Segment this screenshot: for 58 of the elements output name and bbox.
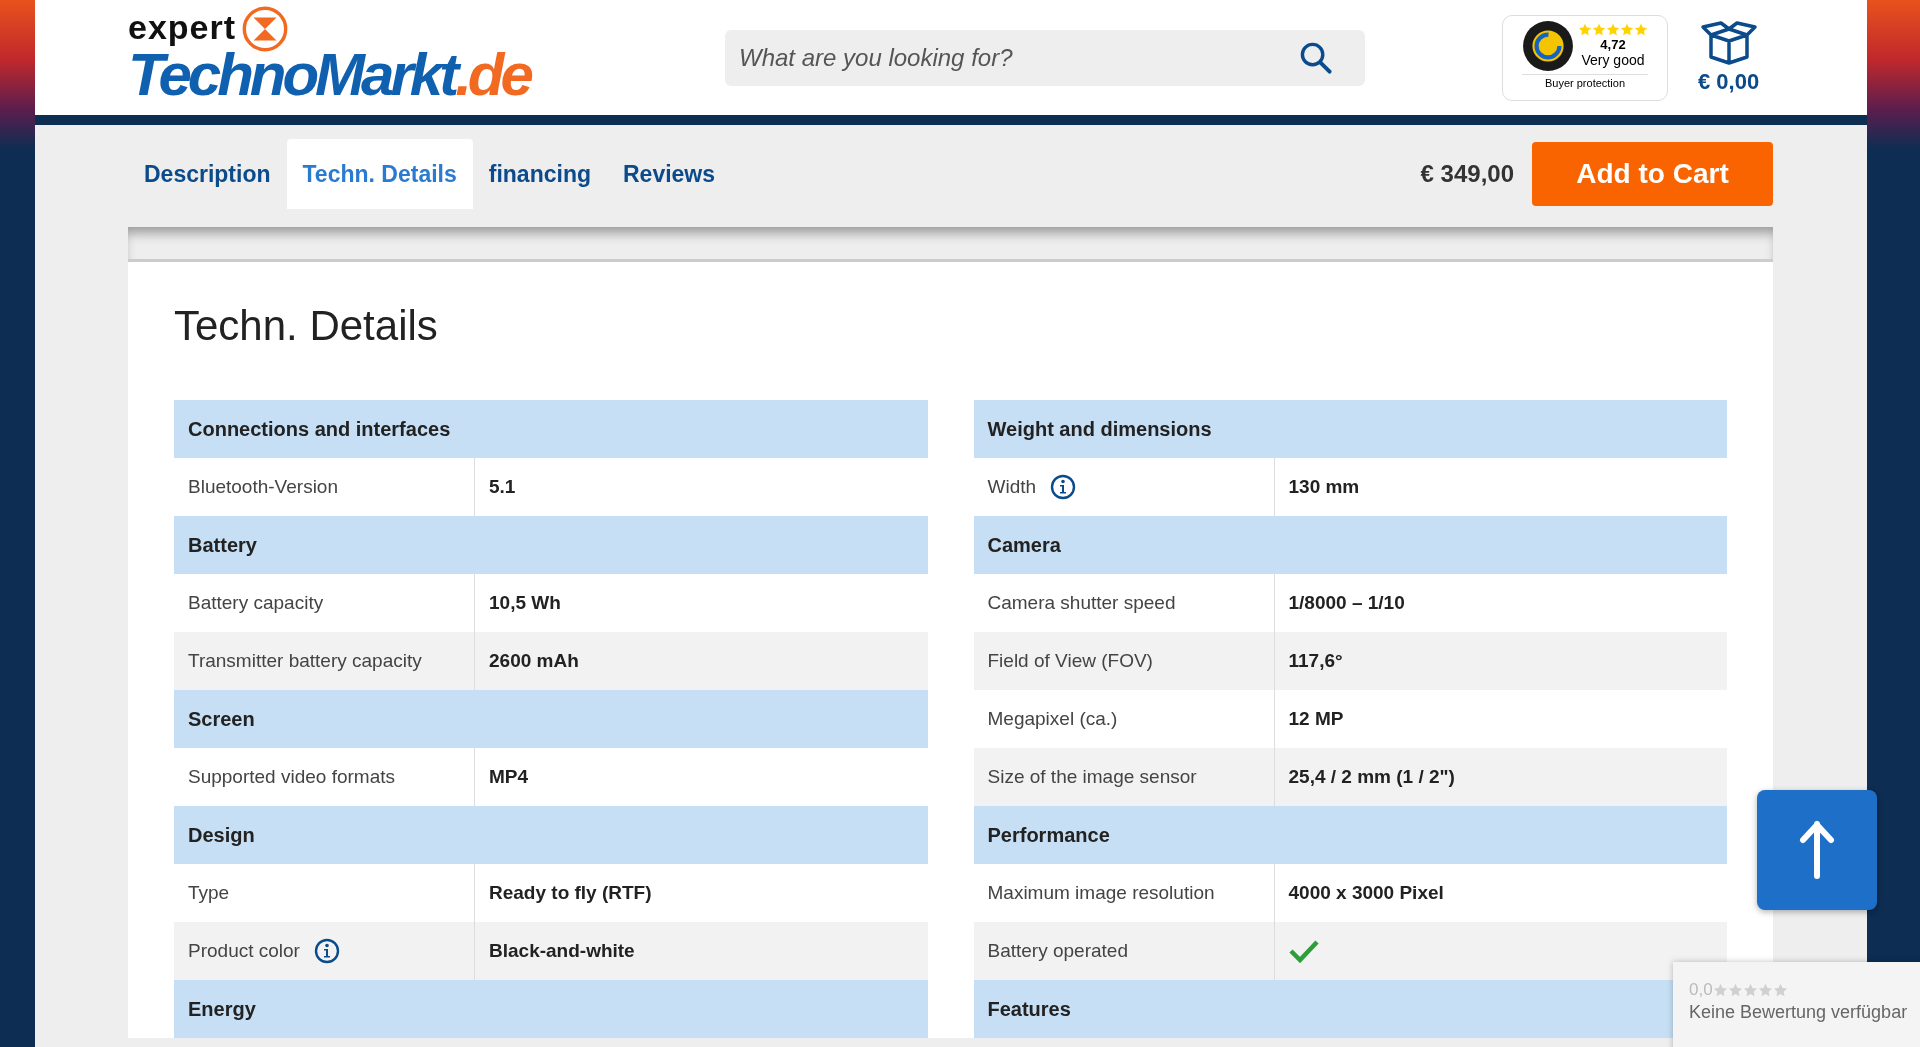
spec-value: 1/8000 – 1/10	[1288, 592, 1405, 614]
review-text: Keine Bewertung verfügbar	[1689, 1002, 1909, 1023]
spec-value: 130 mm	[1288, 476, 1360, 498]
spec-value: 10,5 Wh	[489, 592, 561, 614]
table-section-header: Camera	[973, 516, 1727, 574]
spec-value: 12 MP	[1288, 708, 1344, 730]
table-section-header: Design	[174, 806, 928, 864]
tab[interactable]: financing	[472, 139, 607, 209]
box-icon[interactable]	[1698, 20, 1759, 65]
spec-label: Bluetooth-Version	[188, 476, 338, 498]
spec-label: Supported video formats	[188, 766, 395, 788]
spec-value: MP4	[489, 766, 529, 788]
spec-value: 2600 mAh	[489, 650, 579, 672]
trust-badge[interactable]: 4,72 Very good Buyer protection	[1502, 14, 1668, 101]
tab[interactable]: Description	[128, 139, 287, 209]
spec-value: Ready to fly (RTF)	[489, 882, 652, 904]
review-score: 0,0	[1689, 980, 1713, 1000]
search-field[interactable]: What are you looking for?	[725, 29, 1365, 86]
arrow-up-icon	[1797, 820, 1837, 880]
checkmark-icon	[1288, 939, 1319, 963]
table-section-header: Battery	[174, 516, 928, 574]
rating-label: Very good	[1581, 52, 1645, 68]
section-title: Techn. Details	[174, 302, 439, 350]
spec-value: Black-and-white	[489, 940, 635, 962]
badge-caption: Buyer protection	[1544, 76, 1626, 89]
logo-text: expert	[128, 9, 237, 44]
spec-label: Megapixel (ca.)	[987, 708, 1118, 730]
spec-label: Size of the image sensor	[987, 766, 1197, 788]
price: € 349,00	[1420, 160, 1514, 188]
review-widget[interactable]: 0,0 Keine Bewertung verfügbar	[1673, 962, 1920, 1047]
spec-label: Field of View (FOV)	[987, 650, 1153, 672]
table-section-header: Performance	[973, 806, 1727, 864]
spec-label: Width	[987, 476, 1037, 498]
spec-value: 5.1	[489, 476, 516, 498]
spec-value: 117,6°	[1288, 650, 1343, 672]
table-section-header: Connections and interfaces	[174, 400, 928, 458]
tab[interactable]: Techn. Details	[286, 139, 473, 209]
rating-score: 4,72	[1600, 37, 1626, 52]
spec-label: Battery capacity	[188, 592, 324, 614]
back-to-top-button[interactable]	[1757, 790, 1877, 910]
tab[interactable]: Reviews	[607, 139, 732, 209]
spec-value: 25,4 / 2 mm (1 / 2")	[1288, 766, 1455, 788]
cart-total[interactable]: € 0,00	[1698, 68, 1760, 95]
table-section-header: Screen	[174, 690, 928, 748]
spec-label: Maximum image resolution	[987, 882, 1215, 904]
seal-icon	[1522, 19, 1574, 72]
logo-icon	[242, 5, 289, 52]
info-icon[interactable]	[313, 938, 340, 964]
table-section-header: Energy	[174, 980, 928, 1038]
table-section-header: Weight and dimensions	[973, 400, 1727, 458]
spec-label: Type	[188, 882, 230, 904]
spec-label: Product color	[188, 940, 300, 962]
search-icon[interactable]	[1299, 40, 1333, 75]
spec-label: Battery operated	[987, 940, 1128, 962]
info-icon[interactable]	[1050, 474, 1077, 500]
spec-label: Transmitter battery capacity	[188, 650, 422, 672]
spec-value: 4000 x 3000 Pixel	[1288, 882, 1444, 904]
spec-label: Camera shutter speed	[987, 592, 1176, 614]
